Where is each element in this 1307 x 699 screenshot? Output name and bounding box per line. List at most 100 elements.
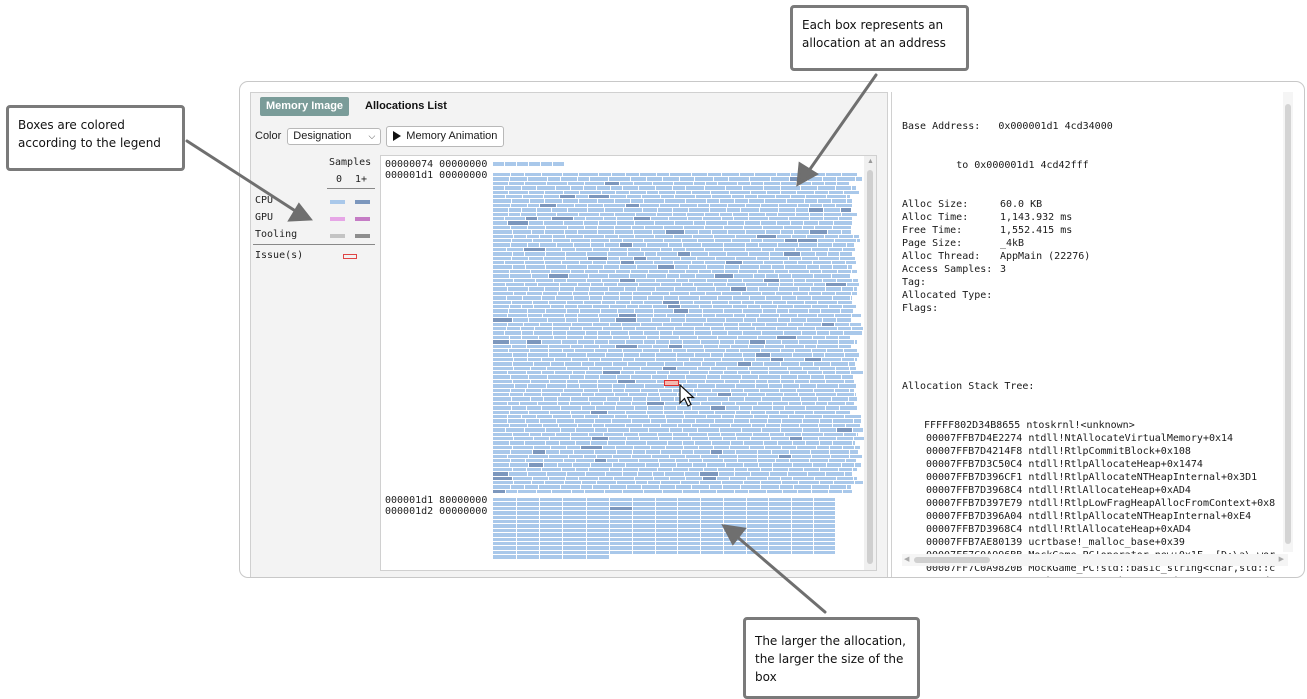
allocation-box[interactable] [517,533,539,537]
allocation-box[interactable] [801,252,815,256]
allocation-box[interactable] [641,388,658,392]
allocation-box[interactable] [529,287,544,291]
allocation-box[interactable] [843,305,856,309]
allocation-box[interactable] [493,239,511,243]
allocation-box[interactable] [653,305,667,309]
allocation-box[interactable] [803,437,818,441]
allocation-box[interactable] [660,463,676,467]
allocation-box[interactable] [560,441,575,445]
allocation-box[interactable] [543,291,557,296]
allocation-box[interactable] [781,476,792,480]
allocation-box[interactable] [743,309,762,313]
allocation-box[interactable] [660,485,675,489]
allocation-box[interactable] [513,467,526,472]
allocation-box[interactable] [613,454,631,458]
allocation-box[interactable] [814,498,835,502]
allocation-box[interactable] [580,384,597,388]
allocation-box[interactable] [810,459,828,463]
allocation-box[interactable] [573,463,590,467]
allocation-box[interactable] [812,296,832,300]
allocation-box[interactable] [856,177,862,181]
allocation-box[interactable] [810,269,821,274]
allocation-box[interactable] [568,181,584,186]
allocation-box[interactable] [719,454,737,458]
allocation-box[interactable] [739,327,755,331]
allocation-box[interactable] [853,428,863,432]
allocation-box[interactable] [762,291,775,296]
allocation-box[interactable] [771,177,789,181]
allocation-box[interactable] [508,419,525,423]
allocation-box[interactable] [588,256,607,260]
memory-map-scroll-thumb[interactable] [867,170,873,564]
allocation-box[interactable] [853,441,855,445]
allocation-box[interactable] [510,177,527,181]
allocation-box[interactable] [773,401,788,406]
allocation-box[interactable] [612,419,631,423]
allocation-box[interactable] [845,415,861,419]
allocation-box[interactable] [551,362,564,366]
allocation-box[interactable] [756,379,767,384]
allocation-box[interactable] [646,450,660,454]
allocation-box[interactable] [506,489,517,494]
allocation-box[interactable] [683,489,699,494]
allocation-box[interactable] [770,472,787,476]
allocation-box[interactable] [676,190,691,194]
allocation-box[interactable] [792,498,813,502]
allocation-box[interactable] [656,520,677,524]
allocation-box[interactable] [705,349,725,353]
allocation-box[interactable] [701,401,721,406]
allocation-box[interactable] [639,305,652,309]
allocation-box[interactable] [751,371,768,375]
allocation-box[interactable] [659,190,675,194]
allocation-box[interactable] [551,305,564,309]
allocation-box[interactable] [517,498,539,502]
allocation-box[interactable] [542,388,563,392]
allocation-box[interactable] [510,269,530,274]
allocation-box[interactable] [692,437,708,441]
allocation-box[interactable] [656,186,672,190]
allocation-box[interactable] [508,371,526,375]
allocation-box[interactable] [736,234,756,238]
allocation-box[interactable] [751,239,762,243]
allocation-box[interactable] [513,432,529,436]
allocation-box[interactable] [810,230,827,234]
allocation-box[interactable] [561,406,581,410]
allocation-box[interactable] [730,190,750,194]
allocation-box[interactable] [833,419,853,423]
allocation-box[interactable] [689,265,706,269]
allocation-box[interactable] [724,524,746,528]
allocation-box[interactable] [644,331,659,335]
allocation-box[interactable] [665,401,680,406]
allocation-box[interactable] [645,252,656,256]
allocation-box[interactable] [537,415,552,419]
allocation-box[interactable] [785,265,806,269]
stack-frame[interactable]: 00007FFB7D3968C4 ntdll!RtlAllocateHeap+0… [902,484,1275,497]
allocation-box[interactable] [724,322,738,326]
allocation-box[interactable] [839,344,851,348]
allocation-box[interactable] [697,393,717,397]
allocation-box[interactable] [576,467,588,472]
allocation-box[interactable] [686,199,706,203]
allocation-box[interactable] [603,296,619,300]
allocation-box[interactable] [606,472,622,476]
allocation-box[interactable] [493,327,506,331]
allocation-box[interactable] [545,199,562,203]
selected-allocation-box[interactable] [664,380,679,386]
allocation-box[interactable] [760,388,779,392]
allocation-box[interactable] [675,195,695,199]
allocation-box[interactable] [656,340,669,344]
allocation-box[interactable] [588,265,603,269]
allocation-box[interactable] [604,432,623,436]
allocation-box[interactable] [734,217,748,221]
allocation-box[interactable] [780,388,796,392]
allocation-box[interactable] [647,256,660,260]
allocation-box[interactable] [611,186,622,190]
allocation-box[interactable] [821,309,840,313]
allocation-box[interactable] [545,287,559,291]
allocation-box[interactable] [830,331,843,335]
allocation-box[interactable] [530,199,544,203]
allocation-box[interactable] [623,327,635,331]
allocation-box[interactable] [525,252,545,256]
allocation-box[interactable] [784,393,798,397]
allocation-box[interactable] [565,313,577,318]
